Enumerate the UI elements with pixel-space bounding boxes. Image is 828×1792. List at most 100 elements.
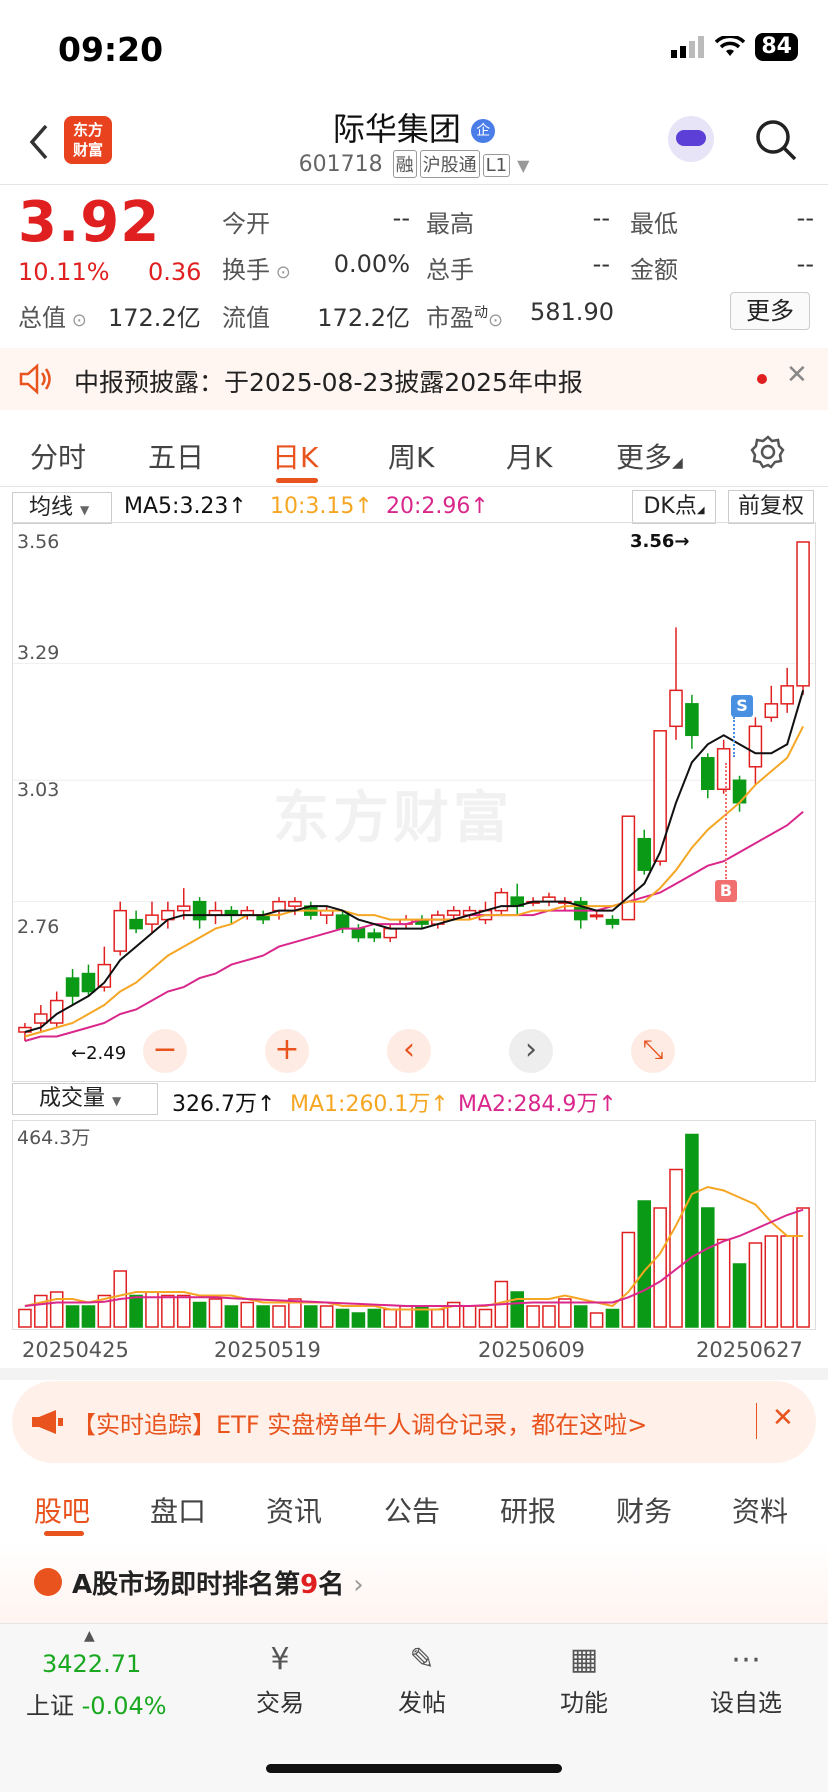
date-label-1: 20250425 (22, 1338, 129, 1362)
nav-post[interactable]: ✎ 发帖 (372, 1642, 472, 1718)
mcap-label: 总值 (18, 304, 66, 332)
status-icons: 84 (671, 33, 798, 61)
info-icon[interactable]: ⊙ (488, 310, 503, 331)
edit-icon: ✎ (409, 1642, 435, 1677)
volume-chart[interactable]: 464.3万 (12, 1120, 816, 1330)
index-name: 上证 (26, 1692, 74, 1720)
candle-body (589, 914, 604, 918)
volume-bar (49, 1291, 64, 1328)
index-line[interactable]: 上证 -0.04% (26, 1686, 167, 1721)
scroll-right-button[interactable]: › (509, 1029, 553, 1073)
tab-finance[interactable]: 财务 (616, 1490, 672, 1530)
settings-icon[interactable] (750, 434, 786, 470)
rank-row[interactable]: A股市场即时排名第9名 › (0, 1542, 828, 1624)
nav-trade[interactable]: ¥ 交易 (230, 1642, 330, 1718)
volume-bar (208, 1298, 223, 1328)
pe-sup: 动 (474, 305, 488, 321)
rank-prefix: A股市场即时排名第 (72, 1570, 301, 1600)
tab-profile[interactable]: 资料 (732, 1490, 788, 1530)
dropdown-icon[interactable]: ▼ (517, 156, 529, 175)
buy-signal[interactable]: B (715, 880, 737, 902)
info-icon[interactable]: ⊙ (66, 310, 87, 331)
nav-functions[interactable]: ▦ 功能 (534, 1642, 634, 1718)
low-marker-value: 2.49 (86, 1043, 127, 1064)
volume-bar (431, 1308, 445, 1328)
tab-news[interactable]: 资讯 (266, 1490, 322, 1530)
tab-guba[interactable]: 股吧 (34, 1490, 90, 1530)
index-value[interactable]: 3422.71 (42, 1650, 141, 1678)
nav-watchlist-label: 设自选 (710, 1689, 782, 1717)
volume-bar (526, 1305, 540, 1328)
more-dots-icon: ⋯ (731, 1642, 761, 1677)
volume-bar (605, 1308, 620, 1328)
volume-value: 326.7万↑ (172, 1092, 276, 1117)
rank-number: 9 (300, 1570, 319, 1600)
date-label-3: 20250609 (478, 1338, 585, 1362)
change-pct: 10.11% (18, 258, 110, 286)
zoom-out-button[interactable]: − (143, 1029, 187, 1073)
tab-intraday[interactable]: 分时 (30, 436, 86, 476)
scroll-left-button[interactable]: ‹ (387, 1029, 431, 1073)
dk-label: DK点 (643, 494, 697, 519)
axis-label-2: 3.29 (17, 642, 60, 664)
ma20-label: 20:2.96↑ (386, 494, 489, 519)
status-time: 09:20 (58, 30, 164, 69)
volume-bar (272, 1305, 286, 1328)
low-value: -- (796, 204, 814, 232)
tab-announcements[interactable]: 公告 (384, 1490, 440, 1530)
volume-bar (303, 1305, 318, 1328)
tab-more[interactable]: 更多◢ (616, 436, 683, 476)
robot-assistant-icon[interactable] (668, 116, 714, 162)
zoom-in-button[interactable]: + (265, 1029, 309, 1073)
volume-bar (81, 1305, 96, 1328)
ma10-label: 10:3.15↑ (270, 494, 373, 519)
volume-bar (637, 1200, 652, 1328)
volume-bar (351, 1312, 366, 1328)
watermark: 东方财富 (273, 786, 513, 851)
volume-bar (796, 1207, 810, 1328)
tab-research[interactable]: 研报 (500, 1490, 556, 1530)
volume-bar (161, 1294, 175, 1328)
date-label-4: 20250627 (696, 1338, 803, 1362)
notice-bar[interactable]: 中报预披露：于2025-08-23披露2025年中报 ✕ (0, 348, 828, 410)
sell-signal[interactable]: S (731, 695, 753, 717)
volume-bar (367, 1308, 382, 1328)
megaphone-icon (32, 1410, 63, 1434)
tab-monthly[interactable]: 月K (506, 436, 552, 476)
dk-point-button[interactable]: DK点◢ (632, 490, 716, 524)
promo-banner[interactable]: 【实时追踪】ETF 实盘榜单牛人调仓记录，都在这啦> ✕ (12, 1381, 816, 1463)
banner-close-icon[interactable]: ✕ (772, 1403, 794, 1433)
candle-body (764, 703, 779, 719)
high-label: 最高 (426, 210, 474, 238)
volume-selector[interactable]: 成交量 ▼ (12, 1083, 158, 1115)
volume-bar (510, 1291, 525, 1328)
volume-bar (669, 1168, 683, 1328)
adjust-button[interactable]: 前复权 (728, 490, 814, 524)
signal-icon (671, 36, 705, 58)
ma5-label: MA5:3.23↑ (124, 494, 247, 519)
nav-watchlist[interactable]: ⋯ 设自选 (696, 1642, 796, 1718)
change-amount: 0.36 (148, 258, 202, 286)
section-gap (0, 1368, 828, 1380)
close-icon[interactable]: ✕ (786, 360, 808, 390)
ma5-line (24, 690, 805, 1033)
tab-weekly[interactable]: 周K (388, 436, 434, 476)
ma-selector[interactable]: 均线 ▼ (12, 492, 112, 524)
tab-pankou[interactable]: 盘口 (150, 1490, 206, 1530)
volume-bar (780, 1235, 794, 1328)
candle-body (129, 918, 143, 930)
amount-value: -- (796, 250, 814, 278)
info-icon[interactable]: ⊙ (270, 262, 291, 283)
nav-post-label: 发帖 (398, 1689, 446, 1717)
fullscreen-button[interactable]: ⤡ (631, 1029, 675, 1073)
tab-daily[interactable]: 日K (272, 436, 318, 476)
more-button[interactable]: 更多 (730, 292, 810, 330)
open-value: -- (392, 204, 410, 232)
kline-chart[interactable]: 东方财富 3.56 3.29 3.03 2.76 3.56→ ←2.49 S B… (12, 522, 816, 1082)
volume-bar (589, 1312, 604, 1328)
open-label: 今开 (222, 210, 270, 238)
search-icon[interactable] (754, 118, 798, 162)
tab-5day[interactable]: 五日 (148, 436, 204, 476)
candle-body (288, 900, 302, 907)
expand-caret-icon[interactable]: ▲ (84, 1628, 95, 1644)
